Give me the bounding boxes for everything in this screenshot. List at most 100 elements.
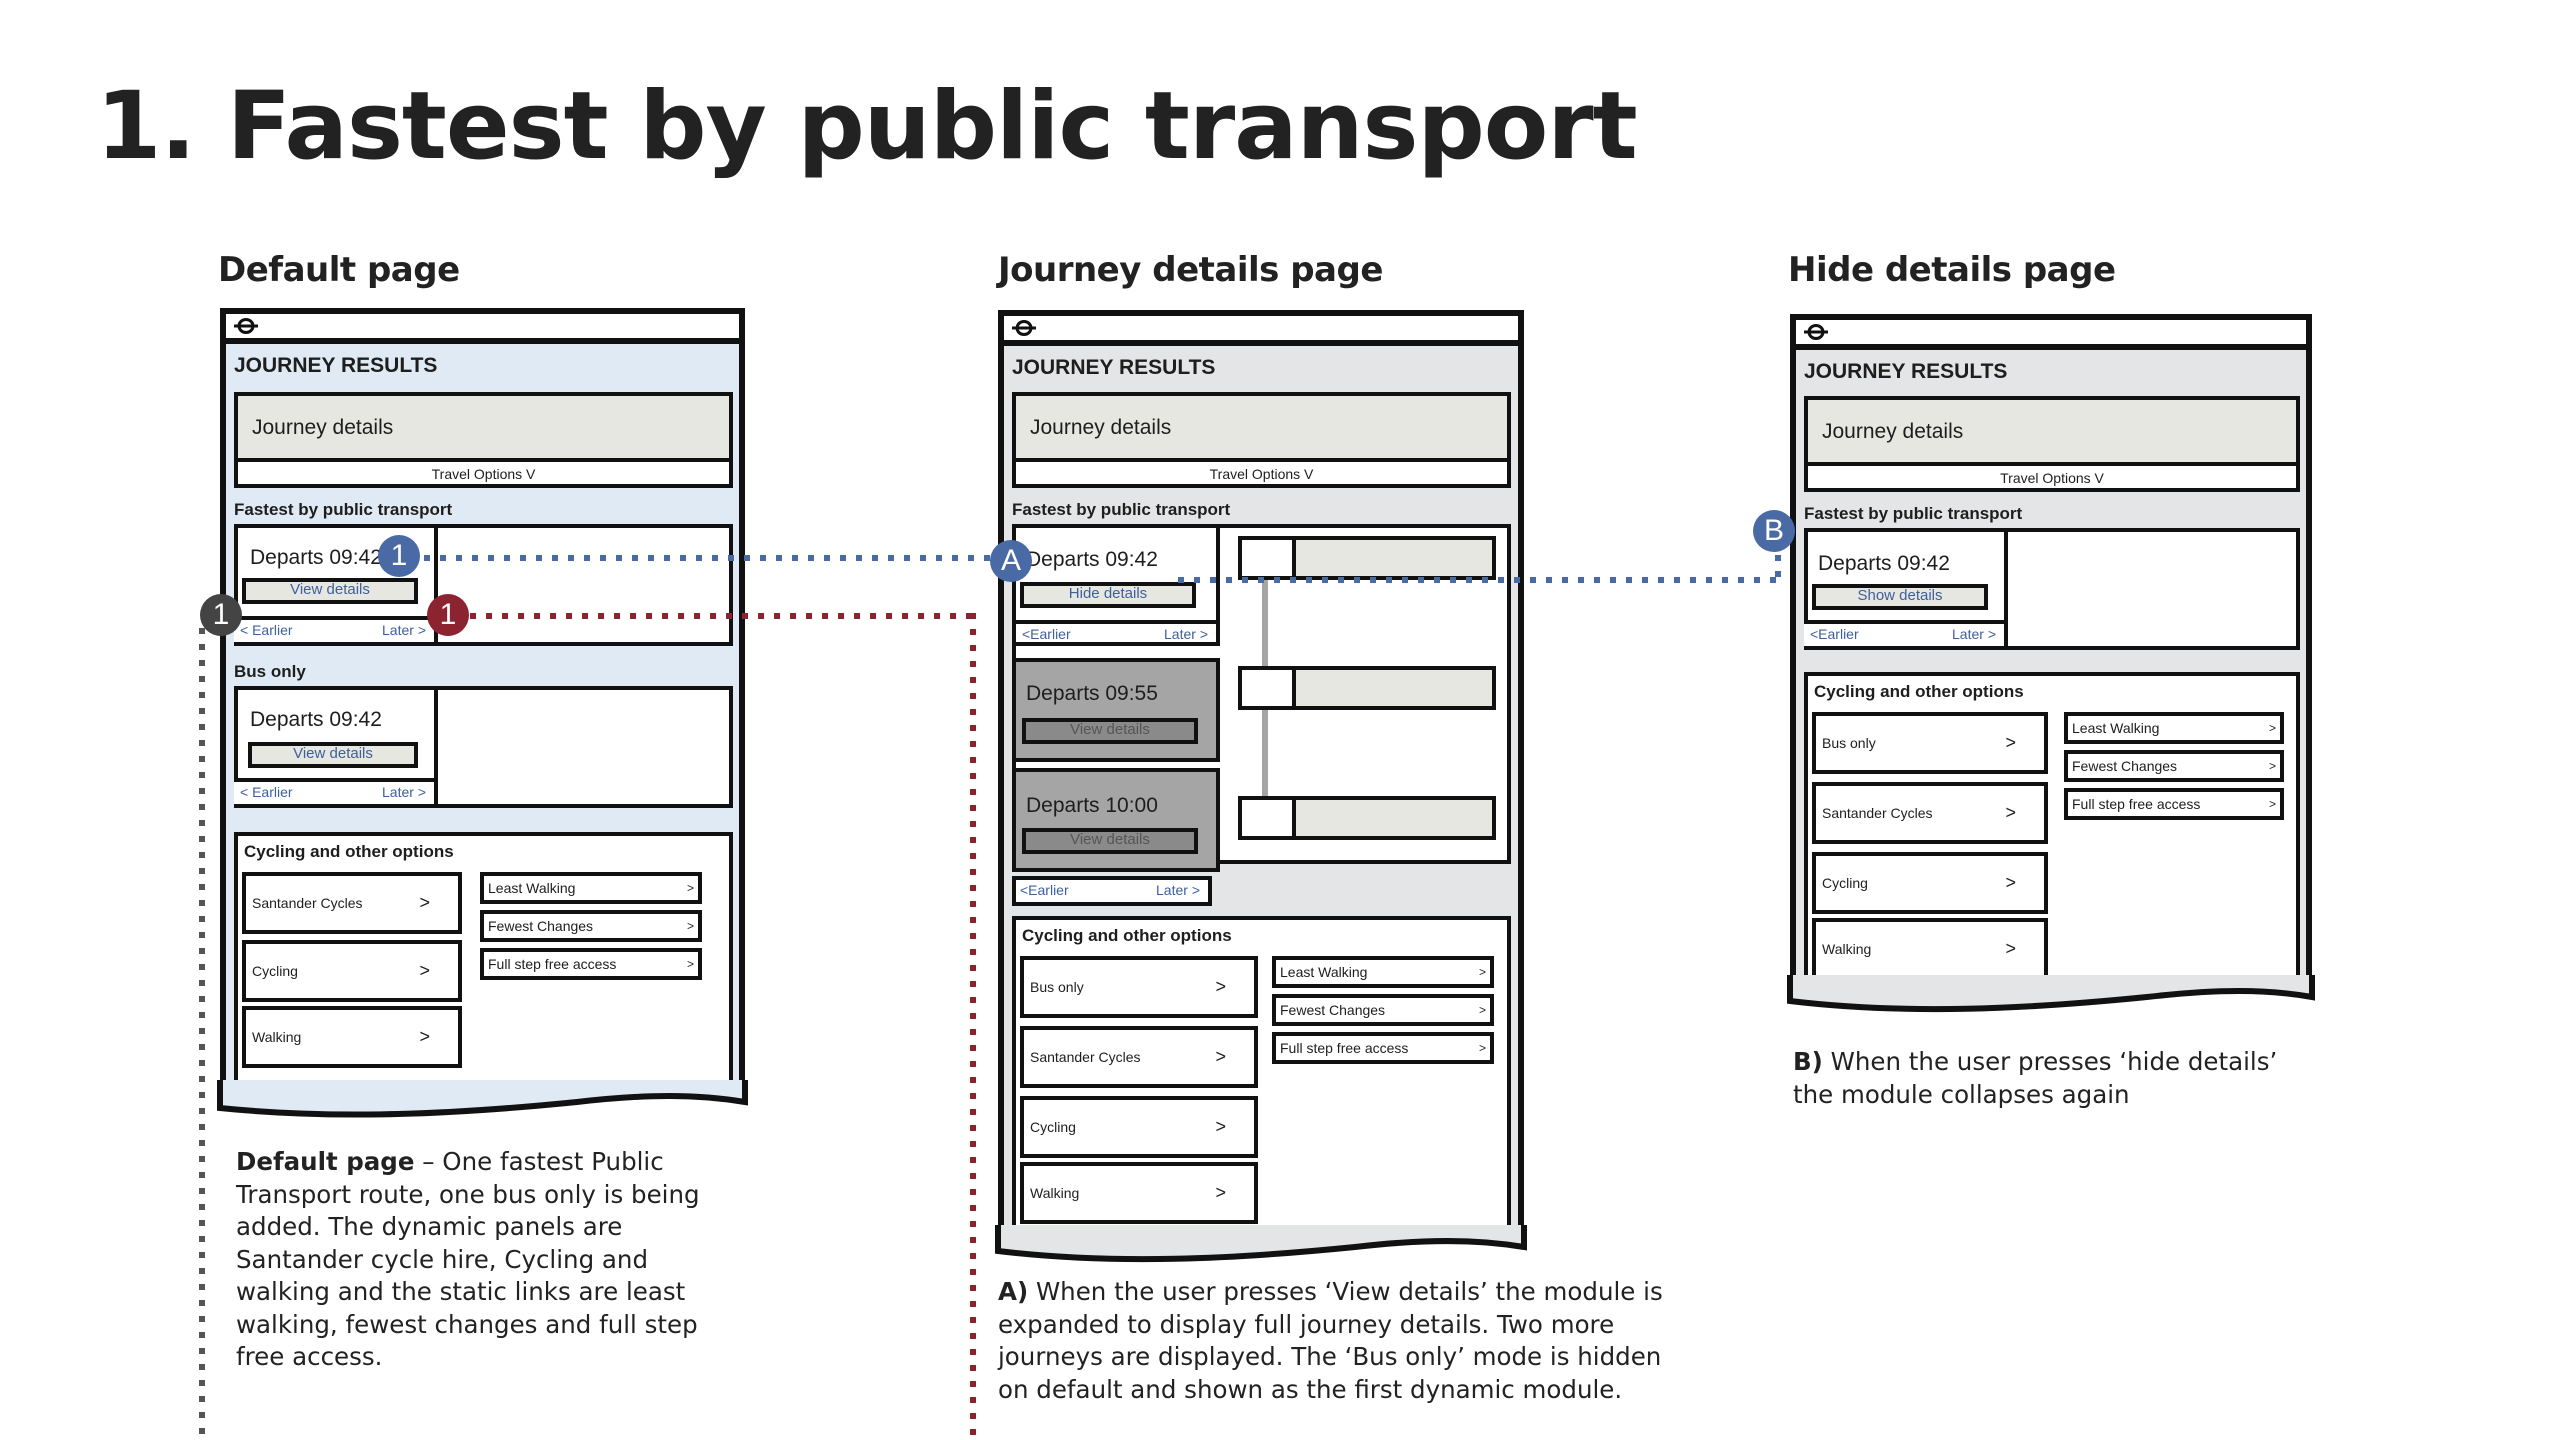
departs-time: Departs 09:55 [1026,682,1158,705]
dynamic-module-santander[interactable]: Santander Cycles > [242,872,462,934]
travel-options-toggle[interactable]: Travel Options V [238,466,729,482]
earlier-later-nav: <Earlier Later > [1016,620,1216,646]
dynamic-module-santander[interactable]: Santander Cycles > [1812,782,2048,844]
static-link-least-walking[interactable]: Least Walking > [2064,712,2284,744]
journey-details-label: Journey details [1030,416,1172,439]
bus-only-journey-card: Departs 09:42 View details < Earlier Lat… [234,686,733,808]
journey-leg [1238,796,1496,840]
journey-row: Departs 09:55 View details [1012,658,1220,762]
static-link-least-walking[interactable]: Least Walking > [480,872,702,904]
tfl-roundel-icon [1012,320,1036,336]
view-details-button[interactable]: View details [1022,718,1198,744]
page-fold-edge [217,1080,748,1118]
show-details-button[interactable]: Show details [1812,584,1988,610]
travel-options-toggle[interactable]: Travel Options V [1808,470,2296,486]
dynamic-module-walking[interactable]: Walking > [1812,918,2048,980]
hide-details-page-heading: Hide details page [1788,250,2116,290]
page-title: 1. Fastest by public transport [96,72,1638,181]
dynamic-module-walking[interactable]: Walking > [1020,1162,1258,1224]
departs-time: Departs 09:42 [250,708,382,731]
connector-gray-vertical [199,628,205,1440]
earlier-later-nav: < Earlier Later > [234,778,434,804]
departs-time: Departs 09:42 [1026,548,1158,571]
annotation-badge-red-1: 1 [427,594,469,636]
hide-details-button[interactable]: Hide details [1020,582,1196,608]
static-link-least-walking[interactable]: Least Walking > [1272,956,1494,988]
earlier-later-nav: < Earlier Later > [234,616,434,642]
default-page-description: Default page – One fastest Public Transp… [236,1147,700,1371]
page-fold-edge [1787,975,2315,1013]
later-link[interactable]: Later > [382,622,426,638]
top-bar [1796,320,2306,350]
earlier-link[interactable]: < Earlier [240,622,293,638]
chevron-right-icon: > [419,892,430,913]
default-page-heading: Default page [218,250,460,290]
journey-details-label: Journey details [1822,420,1964,443]
later-link[interactable]: Later > [1952,626,1996,642]
journey-results-title: JOURNEY RESULTS [234,354,438,377]
connector-red-horizontal [470,613,976,619]
other-options-title: Cycling and other options [1022,926,1232,945]
top-bar [1004,316,1518,346]
chevron-right-icon: > [686,919,694,933]
chevron-right-icon: > [1215,1046,1226,1067]
static-link-step-free[interactable]: Full step free access > [2064,788,2284,820]
static-link-step-free[interactable]: Full step free access > [1272,1032,1494,1064]
chevron-right-icon: > [1215,976,1226,997]
journey-leg [1238,666,1496,710]
other-options-panel: Cycling and other options Bus only > San… [1012,916,1511,1234]
journey-results-title: JOURNEY RESULTS [1804,360,2008,383]
chevron-right-icon: > [2005,802,2016,823]
static-link-fewest-changes[interactable]: Fewest Changes > [480,910,702,942]
dynamic-module-bus-only[interactable]: Bus only > [1020,956,1258,1018]
chevron-right-icon: > [1215,1116,1226,1137]
later-link[interactable]: Later > [382,784,426,800]
view-details-button[interactable]: View details [242,578,418,604]
travel-options-toggle[interactable]: Travel Options V [1016,466,1507,482]
static-link-fewest-changes[interactable]: Fewest Changes > [1272,994,1494,1026]
view-details-button[interactable]: View details [248,742,418,768]
chevron-right-icon: > [2005,938,2016,959]
dynamic-module-santander[interactable]: Santander Cycles > [1020,1026,1258,1088]
dynamic-module-cycling[interactable]: Cycling > [242,940,462,1002]
other-options-panel: Cycling and other options Santander Cycl… [234,832,733,1084]
bus-only-section-label: Bus only [234,662,306,681]
earlier-link[interactable]: <Earlier [1020,882,1069,898]
earlier-later-nav: <Earlier Later > [1804,620,2004,646]
static-link-fewest-changes[interactable]: Fewest Changes > [2064,750,2284,782]
chevron-right-icon: > [1478,965,1486,979]
journey-leg [1238,536,1496,580]
fastest-journey-card: Departs 09:42 View details < Earlier Lat… [234,524,733,646]
earlier-link[interactable]: <Earlier [1022,626,1071,642]
chevron-right-icon: > [2005,872,2016,893]
fastest-section-label: Fastest by public transport [234,500,453,519]
top-bar [226,314,739,344]
earlier-link[interactable]: < Earlier [240,784,293,800]
fastest-section-label: Fastest by public transport [1012,500,1231,519]
journey-results-title: JOURNEY RESULTS [1012,356,1216,379]
annotation-badge-gray-1: 1 [200,594,242,636]
static-link-step-free[interactable]: Full step free access > [480,948,702,980]
dynamic-module-walking[interactable]: Walking > [242,1006,462,1068]
later-link[interactable]: Later > [1164,626,1208,642]
journey-details-page-heading: Journey details page [998,250,1383,290]
tfl-roundel-icon [1804,324,1828,340]
connector-blue-b-vertical [1775,555,1781,581]
dynamic-module-cycling[interactable]: Cycling > [1020,1096,1258,1158]
departs-time: Departs 09:42 [250,546,382,569]
view-details-button[interactable]: View details [1022,828,1198,854]
chevron-right-icon: > [419,960,430,981]
annotation-badge-blue-1: 1 [378,535,420,577]
hide-details-page-frame: JOURNEY RESULTS Journey details Travel O… [1790,314,2312,994]
journey-details-description: A) When the user presses ‘View details’ … [998,1277,1663,1404]
departs-time: Departs 10:00 [1026,794,1158,817]
earlier-link[interactable]: <Earlier [1810,626,1859,642]
connector-blue-a-to-b [1178,577,1780,583]
chevron-right-icon: > [1215,1182,1226,1203]
chevron-right-icon: > [2268,759,2276,773]
chevron-right-icon: > [686,957,694,971]
dynamic-module-cycling[interactable]: Cycling > [1812,852,2048,914]
dynamic-module-bus-only[interactable]: Bus only > [1812,712,2048,774]
other-options-title: Cycling and other options [244,842,454,861]
later-link[interactable]: Later > [1156,882,1200,898]
